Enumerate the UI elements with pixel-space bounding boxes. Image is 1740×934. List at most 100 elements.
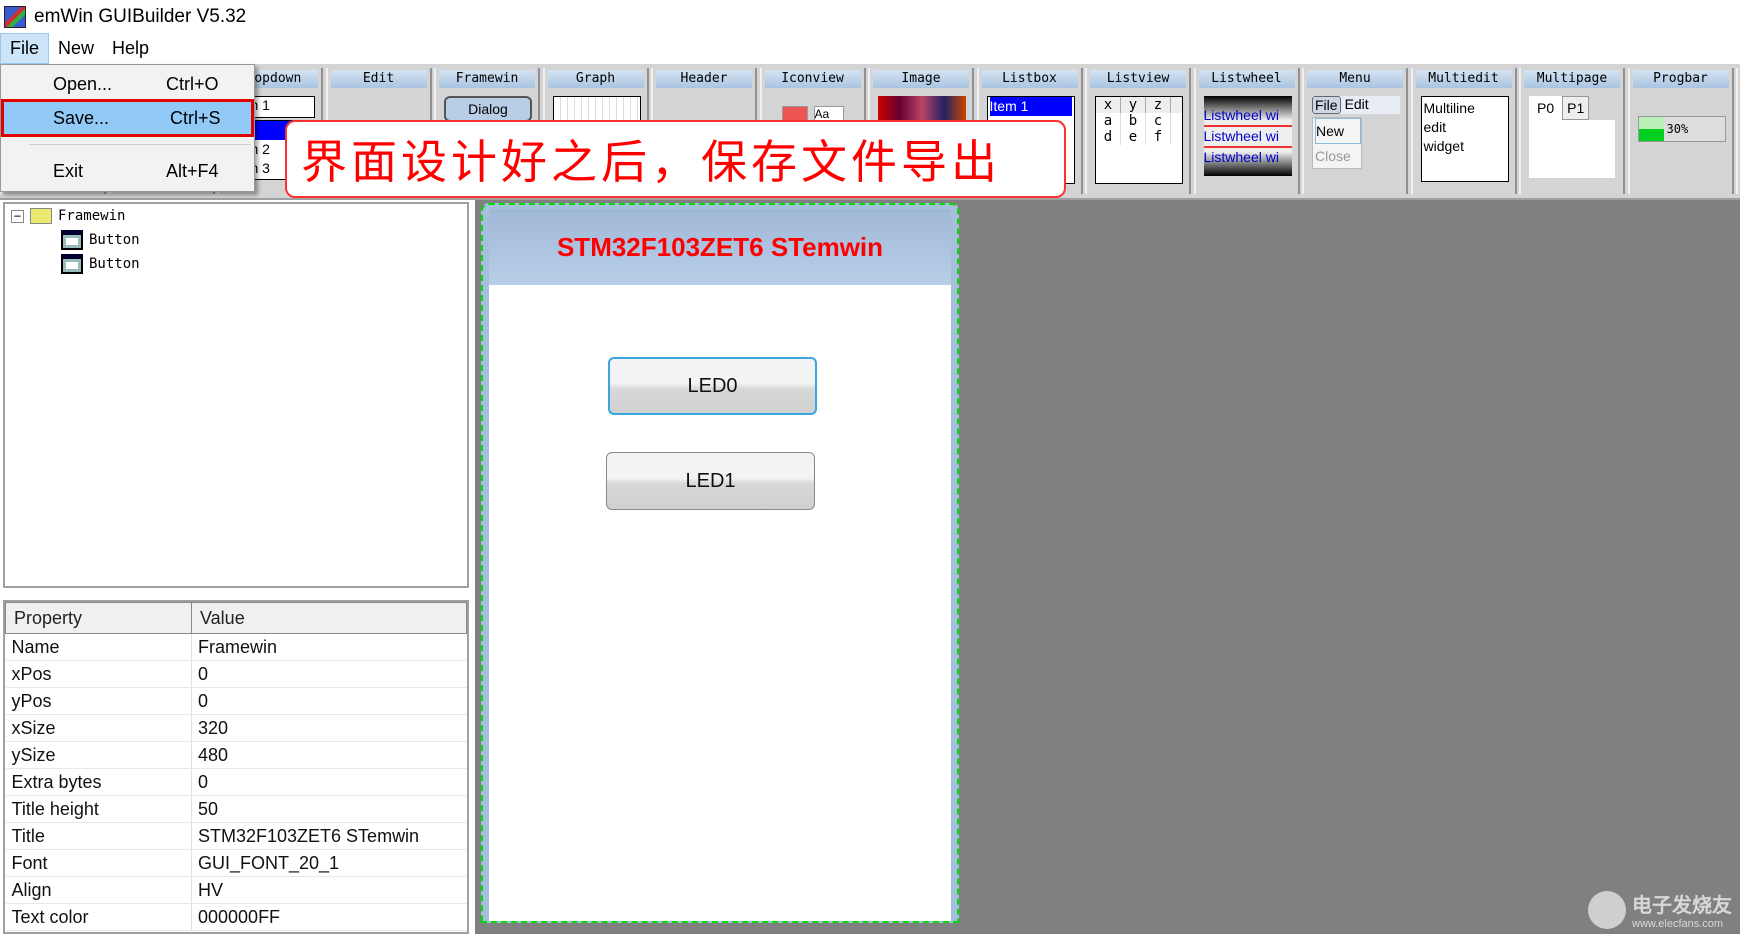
listview-header: x — [1096, 97, 1121, 113]
listbox-item: Item 1 — [989, 97, 1072, 116]
palette-header: Image — [873, 70, 969, 88]
tree-node-button[interactable]: Button — [61, 254, 140, 274]
palette-header: Progbar — [1632, 70, 1729, 88]
menu-item-open[interactable]: Open... Ctrl+O — [1, 67, 254, 101]
progbar-label: 30% — [1666, 122, 1689, 136]
menu-item-label: Exit — [53, 160, 84, 181]
menu-item-shortcut: Ctrl+S — [170, 107, 221, 128]
listwheel-item: Listwheel wi — [1203, 125, 1292, 148]
listview-cell: f — [1146, 129, 1171, 145]
window-title: emWin GUIBuilder V5.32 — [34, 5, 247, 27]
listwheel-item: Listwheel wi — [1203, 107, 1279, 123]
property-row[interactable]: Font GUI_FONT_20_1 — [5, 849, 467, 877]
property-row[interactable]: xSize 320 — [5, 714, 467, 742]
property-value[interactable]: 50 — [191, 795, 467, 823]
listview-cell: a — [1096, 113, 1121, 129]
menu-preview-item: Edit — [1344, 96, 1369, 112]
tree-label: Framewin — [58, 208, 126, 224]
listview-cell: c — [1146, 113, 1171, 129]
palette-multiedit[interactable]: Multiedit Multiline edit widget — [1410, 68, 1517, 194]
palette-header: Listbox — [981, 70, 1078, 88]
palette-multipage[interactable]: Multipage P0 P1 — [1519, 68, 1625, 194]
folder-icon — [30, 208, 52, 224]
led1-button[interactable]: LED1 — [606, 452, 815, 510]
menu-item-label: Open... — [53, 73, 113, 94]
listview-cell: d — [1096, 129, 1121, 145]
menu-separator — [29, 144, 251, 145]
multiedit-line: widget — [1423, 138, 1464, 154]
property-value[interactable]: GUI_FONT_20_1 — [191, 849, 467, 877]
menu-bar: File New Help — [0, 33, 1740, 64]
menu-item-label: Save... — [53, 107, 110, 128]
framewin-preview[interactable]: STM32F103ZET6 STemwin LED0 LED1 — [481, 203, 959, 923]
property-value[interactable]: 0 — [191, 660, 467, 688]
column-header-value[interactable]: Value — [191, 602, 467, 634]
palette-menu[interactable]: Menu File Edit New Close — [1302, 68, 1408, 194]
listview-cell: e — [1121, 129, 1146, 145]
property-row[interactable]: Extra bytes 0 — [5, 768, 467, 796]
palette-header: Header — [656, 70, 752, 88]
widget-preview: 30% — [1637, 96, 1726, 186]
palette-header: Framewin — [439, 70, 535, 88]
menu-preview-item: File — [1312, 96, 1341, 114]
property-row[interactable]: Text color 000000FF — [5, 903, 467, 931]
property-table: Property Value Name Framewin xPos 0 yPos 0 xSi… — [3, 600, 469, 934]
palette-header: Menu — [1307, 70, 1403, 88]
menu-preview-item: Close — [1315, 148, 1351, 164]
menu-preview-item: New — [1315, 118, 1361, 144]
property-name: Title height — [5, 795, 192, 823]
menu-item-save[interactable]: Save... Ctrl+S — [1, 99, 254, 137]
palette-listview[interactable]: Listview x y z a b c d e f — [1085, 68, 1191, 194]
menu-new[interactable]: New — [49, 34, 103, 63]
property-row[interactable]: xPos 0 — [5, 660, 467, 688]
menu-file[interactable]: File — [0, 33, 50, 64]
framewin-title: STM32F103ZET6 STemwin — [489, 209, 951, 285]
property-value[interactable]: 320 — [191, 714, 467, 742]
property-name: xPos — [5, 660, 192, 688]
property-row[interactable]: Title height 50 — [5, 795, 467, 823]
listview-cell: b — [1121, 113, 1146, 129]
property-name: Title — [5, 822, 192, 850]
menu-item-shortcut: Alt+F4 — [166, 160, 219, 181]
button-widget-icon — [61, 230, 83, 250]
property-name: Extra bytes — [5, 768, 192, 796]
palette-header: Multiedit — [1415, 70, 1512, 88]
property-name: yPos — [5, 687, 192, 715]
palette-listwheel[interactable]: Listwheel Listwheel wi Listwheel wi Listwhe… — [1193, 68, 1300, 194]
menu-help[interactable]: Help — [103, 34, 158, 63]
property-row[interactable]: Align HV — [5, 876, 467, 904]
property-value[interactable]: Framewin — [191, 633, 467, 661]
led0-button[interactable]: LED0 — [608, 357, 817, 415]
app-icon — [4, 5, 26, 28]
property-value[interactable]: 0 — [191, 687, 467, 715]
widget-tree: − Framewin Button Button — [3, 202, 469, 588]
property-row[interactable]: Name Framewin — [5, 633, 467, 661]
property-row[interactable]: ySize 480 — [5, 741, 467, 769]
palette-header: Graph — [547, 70, 644, 88]
property-row[interactable]: yPos 0 — [5, 687, 467, 715]
tree-node-button[interactable]: Button — [61, 230, 140, 250]
widget-preview: Listwheel wi Listwheel wi Listwheel wi — [1203, 96, 1292, 186]
property-value[interactable]: HV — [191, 876, 467, 904]
property-value[interactable]: 0 — [191, 768, 467, 796]
palette-more[interactable] — [1736, 68, 1740, 194]
listwheel-item: Listwheel wi — [1203, 149, 1279, 165]
column-header-property[interactable]: Property — [5, 602, 192, 634]
property-value[interactable]: STM32F103ZET6 STemwin — [191, 822, 467, 850]
property-row[interactable]: Title STM32F103ZET6 STemwin — [5, 822, 467, 850]
property-name: Text color — [5, 903, 192, 931]
elecfans-logo-icon — [1588, 890, 1626, 929]
property-name: Name — [5, 633, 192, 661]
framewin-client[interactable]: LED0 LED1 — [489, 285, 951, 921]
tree-node-framewin[interactable]: − Framewin — [11, 208, 125, 224]
tree-label: Button — [89, 256, 140, 272]
title-bar: emWin GUIBuilder V5.32 — [0, 0, 1740, 33]
collapse-icon[interactable]: − — [11, 209, 24, 223]
property-value[interactable]: 000000FF — [191, 903, 467, 931]
palette-header: Listview — [1090, 70, 1186, 88]
listview-header: z — [1146, 97, 1171, 113]
property-value[interactable]: 480 — [191, 741, 467, 769]
file-menu-dropdown: Open... Ctrl+O Save... Ctrl+S Exit Alt+F4 — [0, 64, 255, 192]
palette-progbar[interactable]: Progbar 30% — [1627, 68, 1734, 194]
menu-item-exit[interactable]: Exit Alt+F4 — [1, 154, 254, 188]
